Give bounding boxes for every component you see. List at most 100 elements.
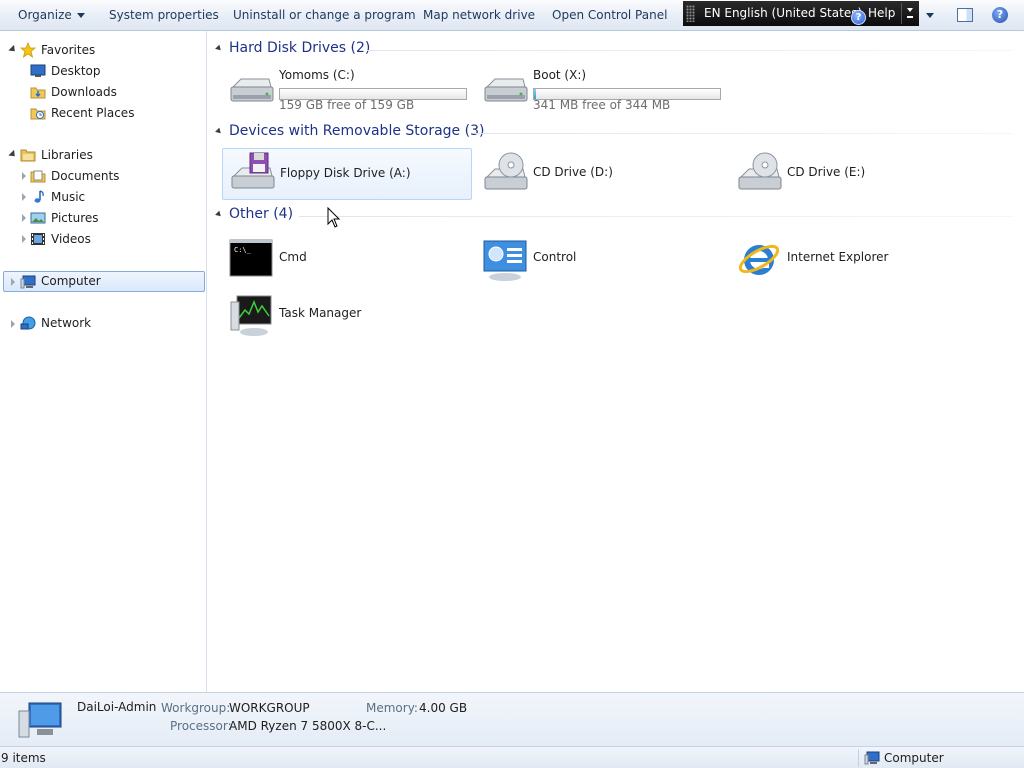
organize-label: Organize (18, 8, 72, 22)
preview-pane-icon[interactable] (957, 8, 973, 22)
expand-arrow-icon[interactable] (8, 149, 18, 160)
computer-icon (864, 751, 880, 765)
organize-button[interactable]: Organize (18, 0, 85, 30)
drive-free-space: 341 MB free of 344 MB (533, 98, 671, 112)
hard-drive-icon (484, 78, 528, 102)
system-properties-button[interactable]: System properties (109, 0, 219, 30)
open-control-panel-button[interactable]: Open Control Panel (552, 0, 667, 30)
drive-name: Yomoms (C:) (279, 68, 355, 82)
item-label: Internet Explorer (787, 250, 889, 264)
item-internet-explorer[interactable]: Internet Explorer (730, 231, 980, 283)
nav-desktop[interactable]: Desktop (51, 61, 101, 82)
computer-icon (18, 702, 62, 738)
downloads-folder-icon (30, 87, 46, 99)
processor-value: AMD Ryzen 7 5800X 8-C... (229, 719, 387, 733)
pictures-icon (30, 212, 46, 224)
language-bar-minimize-button[interactable] (901, 3, 917, 24)
nav-computer[interactable]: Computer (41, 271, 101, 292)
memory-value: 4.00 GB (419, 701, 468, 715)
drive-tile-x[interactable]: Boot (X:) 341 MB free of 344 MB (476, 65, 726, 117)
content-pane: Hard Disk Drives (2) Yomoms (C:) 159 GB … (207, 31, 1024, 692)
nav-network[interactable]: Network (41, 313, 91, 334)
expand-arrow-icon[interactable] (11, 320, 15, 328)
group-header-hard-disks[interactable]: Hard Disk Drives (2) (207, 39, 1013, 59)
language-bar[interactable]: EN English (United States) ? Help (683, 1, 919, 26)
collapse-arrow-icon[interactable] (215, 44, 223, 53)
nav-pictures[interactable]: Pictures (51, 208, 99, 229)
status-location: Computer (884, 751, 944, 765)
expand-arrow-icon[interactable] (22, 172, 26, 180)
group-divider (475, 133, 1013, 134)
uninstall-program-button[interactable]: Uninstall or change a program (233, 0, 416, 30)
item-cmd[interactable]: C:\_ Cmd (222, 231, 472, 283)
computer-name: DaiLoi-Admin (77, 700, 157, 714)
memory-label: Memory: (366, 701, 418, 715)
nav-favorites[interactable]: Favorites (41, 40, 95, 61)
item-control[interactable]: Control (476, 231, 726, 283)
drive-tile-e[interactable]: CD Drive (E:) (730, 148, 980, 200)
expand-arrow-icon[interactable] (22, 235, 26, 243)
drive-name: CD Drive (D:) (533, 165, 613, 179)
drive-name: Floppy Disk Drive (A:) (280, 166, 411, 180)
nav-music[interactable]: Music (51, 187, 85, 208)
item-label: Cmd (279, 250, 307, 264)
music-icon (34, 190, 44, 203)
language-help-button[interactable]: ? Help (851, 6, 895, 25)
item-label: Control (533, 250, 577, 264)
videos-icon (31, 233, 45, 245)
hard-drive-icon (230, 78, 274, 102)
workgroup-value: WORKGROUP (229, 701, 310, 715)
language-indicator[interactable]: EN English (United States) (704, 6, 862, 20)
cd-drive-icon (738, 152, 782, 190)
group-title: Devices with Removable Storage (3) (229, 123, 485, 139)
help-icon[interactable]: ? (992, 7, 1008, 23)
expand-arrow-icon[interactable] (8, 44, 18, 55)
nav-documents[interactable]: Documents (51, 166, 119, 187)
view-dropdown-icon[interactable] (926, 13, 934, 18)
drive-tile-floppy[interactable]: Floppy Disk Drive (A:) (222, 148, 472, 200)
nav-videos[interactable]: Videos (51, 229, 91, 250)
drive-tile-c[interactable]: Yomoms (C:) 159 GB free of 159 GB (222, 65, 472, 117)
expand-arrow-icon[interactable] (11, 278, 15, 286)
nav-recent-places[interactable]: Recent Places (51, 103, 134, 124)
workgroup-label: Workgroup: (161, 701, 231, 715)
group-divider (367, 50, 1013, 51)
details-pane: DaiLoi-Admin Workgroup: WORKGROUP Memory… (0, 692, 1024, 746)
internet-explorer-icon (738, 244, 780, 275)
navigation-pane: Favorites Desktop Downloads Recent Place… (0, 31, 207, 692)
desktop-icon (30, 64, 46, 77)
computer-icon (20, 275, 36, 289)
mouse-cursor-icon (327, 207, 341, 228)
group-title: Other (4) (229, 206, 294, 222)
expand-arrow-icon[interactable] (22, 214, 26, 222)
grip-icon[interactable] (686, 5, 695, 22)
nav-downloads[interactable]: Downloads (51, 82, 117, 103)
nav-libraries[interactable]: Libraries (41, 145, 93, 166)
help-icon: ? (851, 10, 866, 25)
recent-places-icon (30, 108, 46, 120)
libraries-icon (20, 149, 36, 162)
expand-arrow-icon[interactable] (22, 193, 26, 201)
group-header-removable[interactable]: Devices with Removable Storage (3) (207, 122, 1013, 142)
floppy-drive-icon (231, 152, 275, 189)
item-task-manager[interactable]: Task Manager (222, 287, 472, 339)
group-title: Hard Disk Drives (2) (229, 40, 371, 56)
collapse-arrow-icon[interactable] (215, 210, 223, 219)
item-count: 9 items (1, 751, 46, 765)
group-divider (299, 216, 1013, 217)
task-manager-icon (230, 295, 272, 336)
drive-name: CD Drive (E:) (787, 165, 866, 179)
command-bar: Organize System properties Uninstall or … (0, 0, 1024, 31)
cmd-icon: C:\_ (229, 239, 273, 277)
item-label: Task Manager (279, 306, 362, 320)
drive-name: Boot (X:) (533, 68, 587, 82)
star-icon (20, 42, 36, 58)
control-panel-icon (483, 240, 527, 281)
cd-drive-icon (484, 152, 528, 190)
svg-text:C:\_: C:\_ (234, 246, 252, 254)
map-network-drive-button[interactable]: Map network drive (423, 0, 535, 30)
documents-icon (30, 170, 46, 183)
drive-tile-d[interactable]: CD Drive (D:) (476, 148, 726, 200)
drive-free-space: 159 GB free of 159 GB (279, 98, 415, 112)
collapse-arrow-icon[interactable] (215, 127, 223, 136)
